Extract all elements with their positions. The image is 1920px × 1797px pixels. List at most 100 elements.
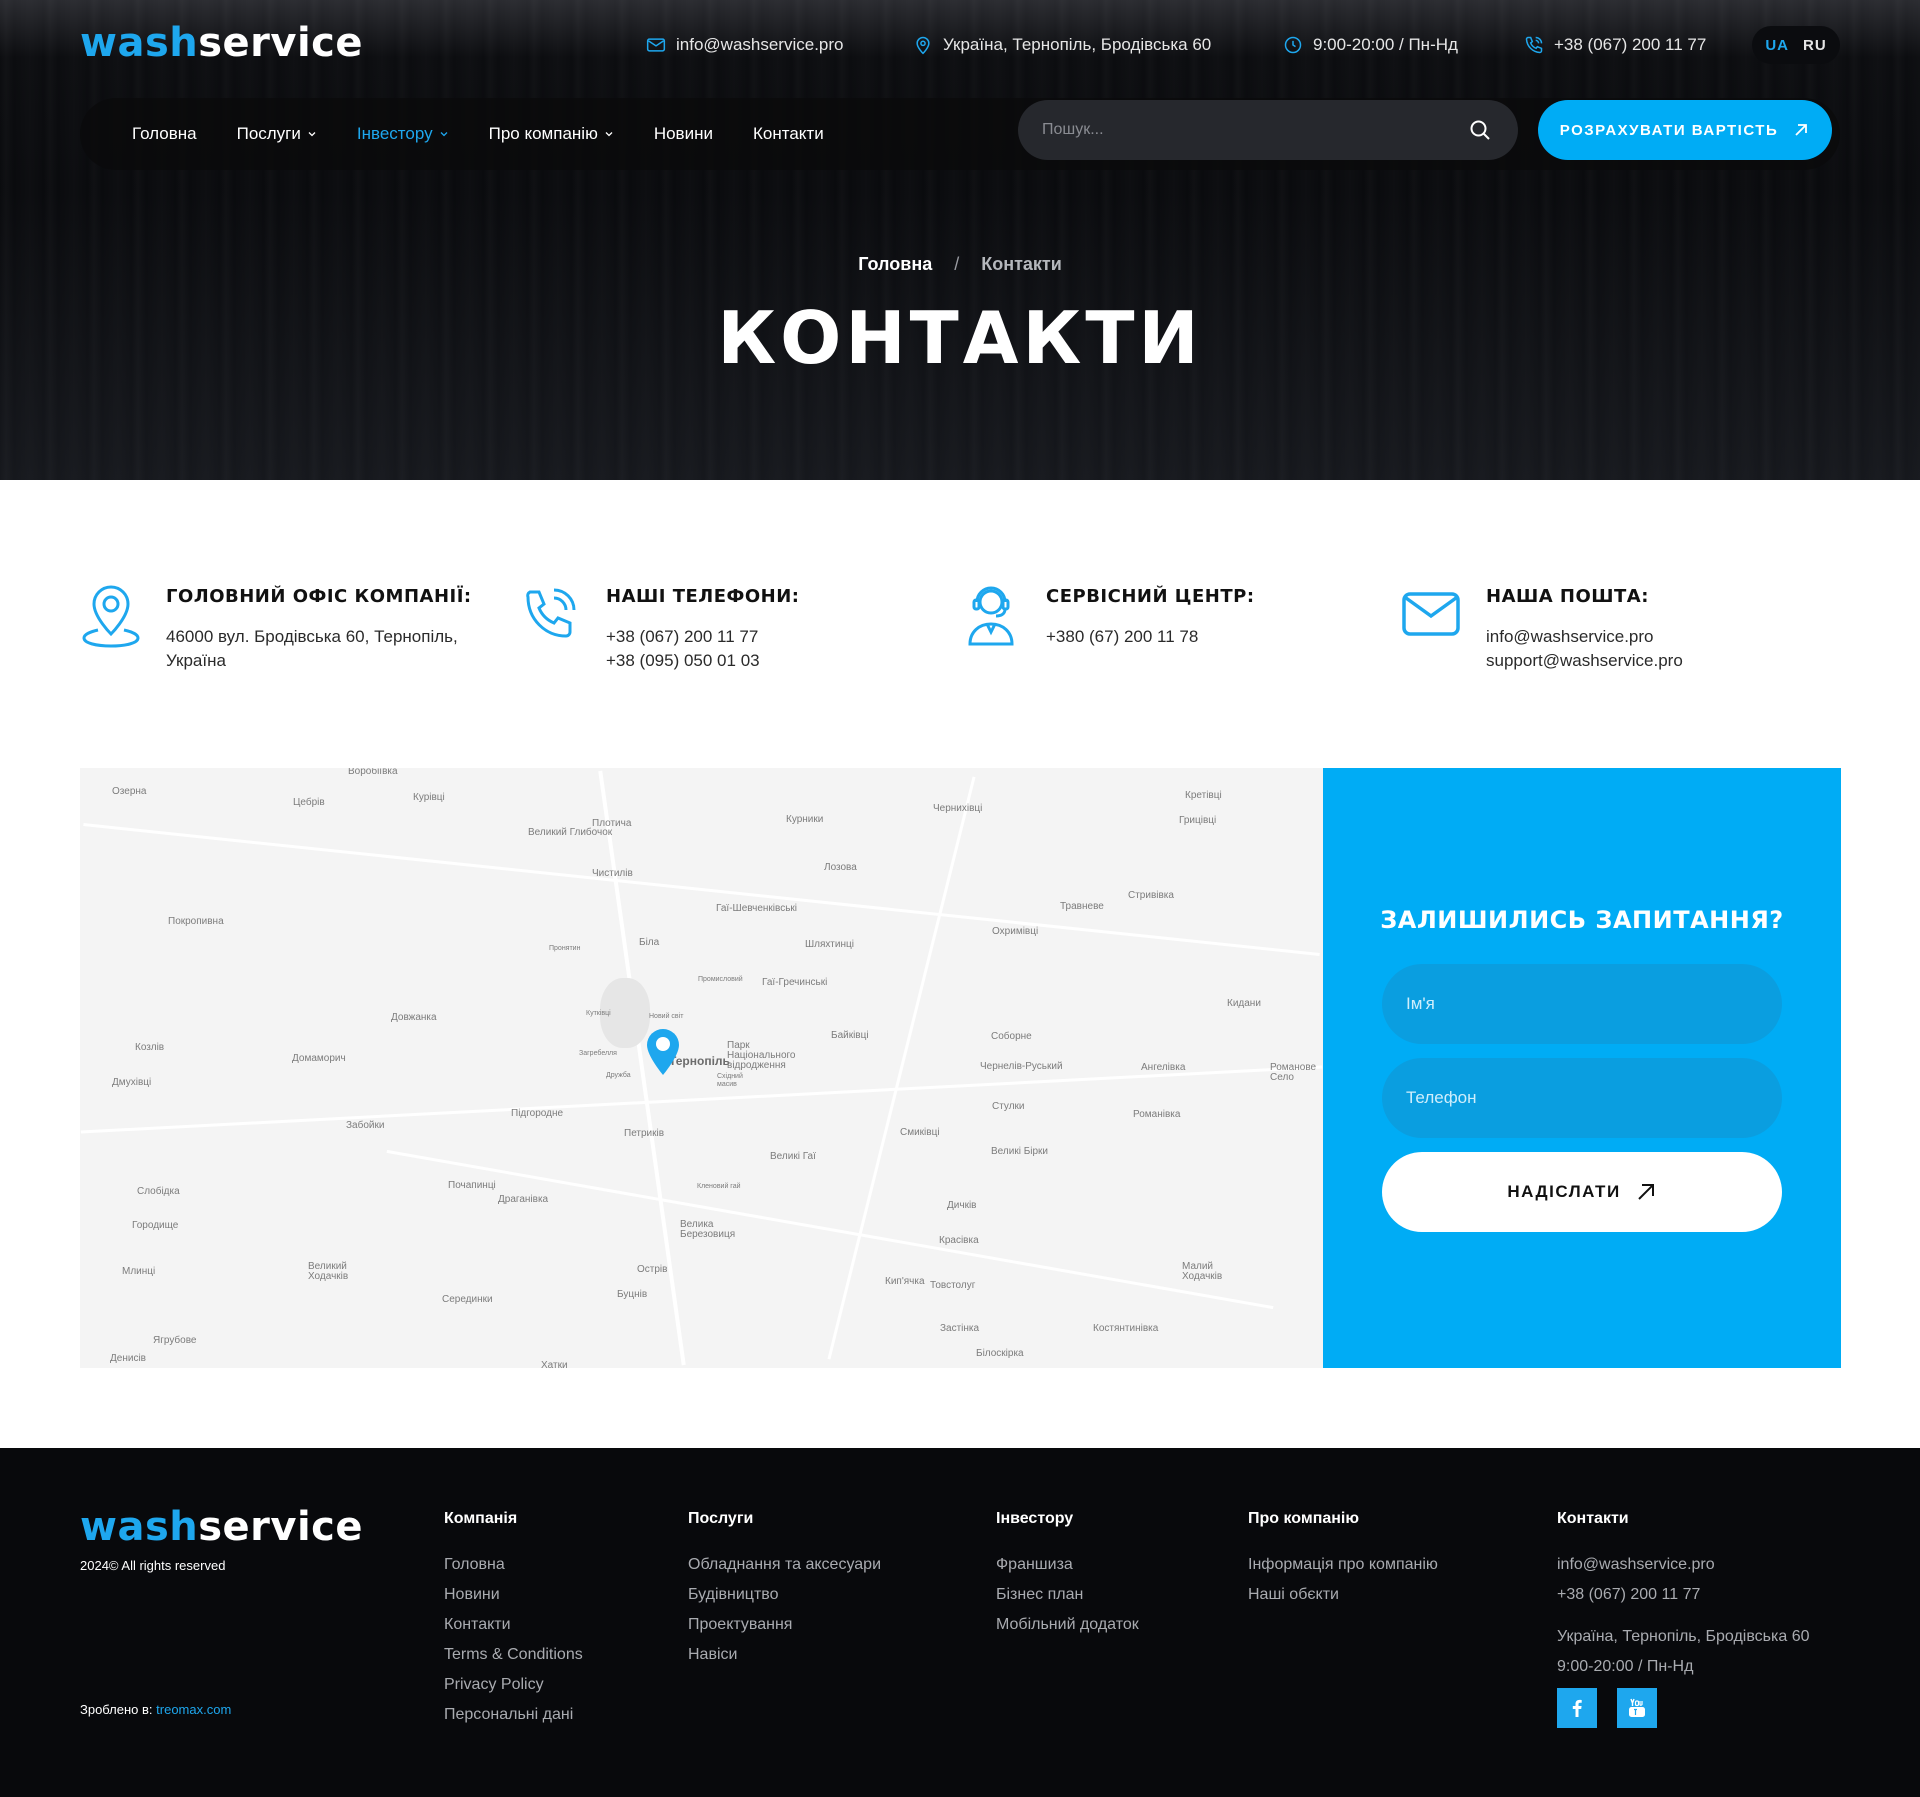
map-town-label: Травневе — [1060, 901, 1104, 912]
footer-link[interactable]: Бізнес план — [996, 1580, 1139, 1610]
info-phones-title: Наші телефони: — [606, 586, 800, 607]
map-town-label: Романівка — [1133, 1109, 1181, 1120]
map-town-label: Хатки — [541, 1360, 568, 1368]
nav-item-investor[interactable]: Інвестору — [357, 124, 449, 144]
submit-button[interactable]: Надіслати — [1382, 1152, 1782, 1232]
lang-ua-option[interactable]: UA — [1765, 37, 1789, 54]
calculate-cost-button[interactable]: Розрахувати вартість — [1538, 100, 1832, 160]
map-town-label: Велика Березовиця — [680, 1219, 736, 1240]
map-town-label: Дружба — [606, 1072, 631, 1079]
map-town-label: Байківці — [831, 1030, 869, 1041]
footer-link[interactable]: Франшиза — [996, 1550, 1139, 1580]
map-road — [386, 1149, 1274, 1310]
footer-link[interactable]: info@washservice.pro — [1557, 1550, 1809, 1580]
map-town-label: Парк Національного відродження — [727, 1040, 796, 1071]
nav-item-home[interactable]: Головна — [132, 124, 197, 144]
footer-link[interactable]: Головна — [444, 1550, 583, 1580]
info-mail-link[interactable]: support@washservice.pro — [1486, 649, 1826, 673]
arrow-up-right-icon — [1795, 124, 1808, 136]
footer-link[interactable]: Мобільний додаток — [996, 1610, 1139, 1640]
map-town-label: Стривівка — [1128, 890, 1174, 901]
map-town-label: Озерна — [112, 786, 147, 797]
info-office-title: Головний офіс компанії: — [166, 586, 472, 607]
top-phone[interactable]: +38 (067) 200 11 77 — [1524, 30, 1706, 60]
info-service-title: Сервісний центр: — [1046, 586, 1255, 607]
map-town-label: Великі Бірки — [991, 1146, 1049, 1157]
map-town-label: Кленовий гай — [697, 1183, 741, 1190]
map-town-label: Воробіївка — [348, 768, 398, 777]
search-input[interactable] — [1018, 121, 1438, 139]
map-town-label: Забойки — [346, 1120, 385, 1131]
nav-item-services[interactable]: Послуги — [237, 124, 317, 144]
arrow-up-right-icon — [1637, 1184, 1654, 1200]
info-phone-link[interactable]: +38 (095) 050 01 03 — [606, 649, 946, 673]
map-town-label: Загребелля — [579, 1050, 617, 1057]
support-agent-icon — [968, 586, 1014, 646]
name-input[interactable] — [1382, 964, 1782, 1044]
made-by-link[interactable]: treomax.com — [156, 1702, 231, 1717]
footer-link[interactable]: Контакти — [444, 1610, 583, 1640]
map-town-label: Білоскірка — [976, 1348, 1024, 1359]
info-service-phone[interactable]: +380 (67) 200 11 78 — [1046, 625, 1386, 649]
phone-input[interactable] — [1382, 1058, 1782, 1138]
footer-col-services: Послуги Обладнання та аксесуари Будівниц… — [688, 1510, 881, 1670]
map-town-label: Довжанка — [391, 1012, 437, 1023]
footer-link[interactable]: Персональні дані — [444, 1700, 583, 1730]
map-town-label: Покропивна — [168, 916, 224, 927]
breadcrumb-home[interactable]: Головна — [858, 254, 932, 275]
map-town-label: Новий світ — [649, 1013, 684, 1020]
map-town-label: Кретівці — [1185, 790, 1222, 801]
location-map[interactable]: Воробіївка Озерна Цебрів Курівці Плотича… — [80, 768, 1323, 1368]
hero-background — [0, 0, 1920, 480]
footer-link[interactable]: Terms & Conditions — [444, 1640, 583, 1670]
map-town-label: Смиківці — [900, 1127, 940, 1138]
search-box — [1018, 100, 1518, 160]
nav-item-contacts[interactable]: Контакти — [753, 124, 824, 144]
facebook-button[interactable] — [1557, 1688, 1597, 1728]
footer-link[interactable]: Навіси — [688, 1640, 881, 1670]
top-hours: 9:00-20:00 / Пн-Нд — [1283, 30, 1458, 60]
nav-links: Головна Послуги Інвестору Про компанію Н… — [132, 98, 824, 170]
mail-icon — [1402, 592, 1460, 636]
top-email[interactable]: info@washservice.pro — [646, 30, 844, 60]
map-town-label: Чистилів — [592, 868, 633, 879]
info-mail-title: Наша пошта: — [1486, 586, 1649, 607]
info-office-line: 46000 вул. Бродівська 60, Тернопіль, — [166, 627, 458, 646]
map-town-label: Чернелів-Руський — [980, 1061, 1063, 1072]
footer-link[interactable]: Наші обєкти — [1248, 1580, 1438, 1610]
youtube-button[interactable] — [1617, 1688, 1657, 1728]
map-town-label: Курники — [786, 814, 824, 825]
footer-col-investor: Інвестору Франшиза Бізнес план Мобільний… — [996, 1510, 1139, 1640]
map-town-label: Домаморич — [292, 1053, 346, 1064]
map-town-label: Соборне — [991, 1031, 1032, 1042]
footer-link[interactable]: Інформація про компанію — [1248, 1550, 1438, 1580]
map-town-label: Кип'ячка — [885, 1276, 925, 1287]
top-address: Україна, Тернопіль, Бродівська 60 — [913, 30, 1211, 60]
made-by: Зроблено в: treomax.com — [80, 1702, 232, 1717]
footer-address: Україна, Тернопіль, Бродівська 60 — [1557, 1628, 1810, 1645]
nav-item-news[interactable]: Новини — [654, 124, 713, 144]
map-marker-icon[interactable] — [645, 1028, 681, 1076]
info-phone-link[interactable]: +38 (067) 200 11 77 — [606, 625, 946, 649]
footer-link[interactable]: Будівництво — [688, 1580, 881, 1610]
footer-hours: 9:00-20:00 / Пн-Нд — [1557, 1658, 1694, 1675]
search-icon[interactable] — [1468, 118, 1492, 142]
map-town-label: Підгородне — [511, 1108, 564, 1119]
footer-logo[interactable]: washservice — [80, 1504, 363, 1550]
map-town-label: Малий Ходачків — [1182, 1261, 1223, 1282]
map-town-label: Гаї-Шевченківські — [716, 903, 798, 914]
footer-link[interactable]: Проектування — [688, 1610, 881, 1640]
info-mail-link[interactable]: info@washservice.pro — [1486, 625, 1826, 649]
map-town-label: Дичків — [947, 1200, 977, 1211]
nav-item-about[interactable]: Про компанію — [489, 124, 614, 144]
map-town-label: Острів — [637, 1264, 668, 1275]
lang-ru-option[interactable]: RU — [1803, 37, 1827, 54]
footer-link[interactable]: Новини — [444, 1580, 583, 1610]
map-town-label: Стулки — [992, 1101, 1025, 1112]
footer-link[interactable]: +38 (067) 200 11 77 — [1557, 1580, 1809, 1610]
footer-col-contacts: Контакти info@washservice.pro +38 (067) … — [1557, 1510, 1809, 1682]
footer-link[interactable]: Обладнання та аксесуари — [688, 1550, 881, 1580]
form-title: Залишились запитання? — [1380, 906, 1784, 934]
location-pin-icon — [82, 585, 140, 648]
footer-link[interactable]: Privacy Policy — [444, 1670, 583, 1700]
